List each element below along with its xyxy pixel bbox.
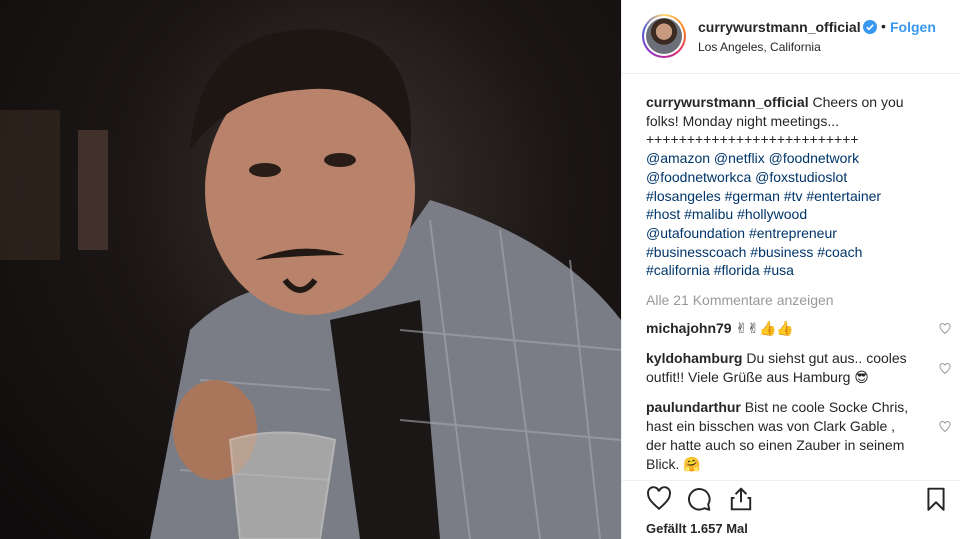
heart-icon[interactable]: [646, 486, 672, 512]
hashtag-link[interactable]: #losangeles: [646, 188, 721, 204]
comment-item: kyldohamburg Du siehst gut aus.. cooles …: [646, 349, 951, 387]
hashtag-link[interactable]: #malibu: [684, 206, 733, 222]
comment-username[interactable]: paulundarthur: [646, 399, 741, 415]
post-photo[interactable]: [0, 0, 621, 539]
hashtag-link[interactable]: #businesscoach: [646, 244, 746, 260]
hashtag-link[interactable]: #entertainer: [806, 188, 881, 204]
post-photo-illustration: [0, 29, 621, 539]
separator-dot: •: [881, 18, 886, 34]
mention-link[interactable]: @foxstudioslot: [755, 169, 847, 185]
caption-username[interactable]: currywurstmann_official: [646, 94, 809, 110]
hashtag-link[interactable]: #tv: [784, 188, 803, 204]
post-location[interactable]: Los Angeles, California: [698, 40, 821, 54]
comment-like-icon[interactable]: [939, 323, 951, 335]
likes-count[interactable]: Gefällt 1.657 Mal: [646, 521, 748, 536]
post-caption: currywurstmann_official Cheers on you fo…: [646, 93, 936, 280]
verified-badge-icon: [863, 20, 877, 34]
hashtag-link[interactable]: #usa: [764, 262, 794, 278]
post-username[interactable]: currywurstmann_official: [698, 19, 861, 35]
comment-like-icon[interactable]: [939, 421, 951, 433]
share-icon[interactable]: [728, 486, 754, 512]
comment-username[interactable]: kyldohamburg: [646, 350, 742, 366]
hashtag-link[interactable]: #business: [750, 244, 813, 260]
post-actions-bar: Gefällt 1.657 Mal: [622, 480, 960, 539]
mention-link[interactable]: @netflix: [714, 150, 765, 166]
hashtag-link[interactable]: #host: [646, 206, 680, 222]
hashtag-link[interactable]: #florida: [714, 262, 760, 278]
avatar-image: [646, 18, 682, 54]
comment-username[interactable]: michajohn79: [646, 320, 732, 336]
hashtag-link[interactable]: #california: [646, 262, 710, 278]
comment-item: michajohn79 ✌✌👍👍: [646, 319, 951, 338]
mention-link[interactable]: @utafoundation: [646, 225, 745, 241]
bookmark-icon[interactable]: [923, 486, 949, 512]
comments-section[interactable]: currywurstmann_official Cheers on you fo…: [622, 75, 960, 480]
view-all-comments-link[interactable]: Alle 21 Kommentare anzeigen: [646, 292, 941, 308]
hashtag-link[interactable]: #hollywood: [737, 206, 807, 222]
post-header: currywurstmann_official • Folgen Los Ang…: [622, 0, 960, 74]
comment-bubble-icon[interactable]: [686, 486, 712, 512]
follow-button[interactable]: Folgen: [890, 19, 936, 35]
post-side-panel: currywurstmann_official • Folgen Los Ang…: [621, 0, 960, 539]
comment-item: paulundarthur Bist ne coole Socke Chris,…: [646, 398, 951, 474]
hashtag-link[interactable]: #coach: [817, 244, 862, 260]
hashtag-link[interactable]: #entrepreneur: [749, 225, 837, 241]
comment-text: ✌✌👍👍: [735, 320, 794, 337]
comment-like-icon[interactable]: [939, 363, 951, 375]
mention-link[interactable]: @amazon: [646, 150, 710, 166]
caption-plus-line: ++++++++++++++++++++++++++: [646, 131, 859, 148]
hashtag-link[interactable]: #german: [725, 188, 780, 204]
mention-link[interactable]: @foodnetwork: [769, 150, 859, 166]
avatar[interactable]: [642, 14, 686, 58]
mention-link[interactable]: @foodnetworkca: [646, 169, 751, 185]
